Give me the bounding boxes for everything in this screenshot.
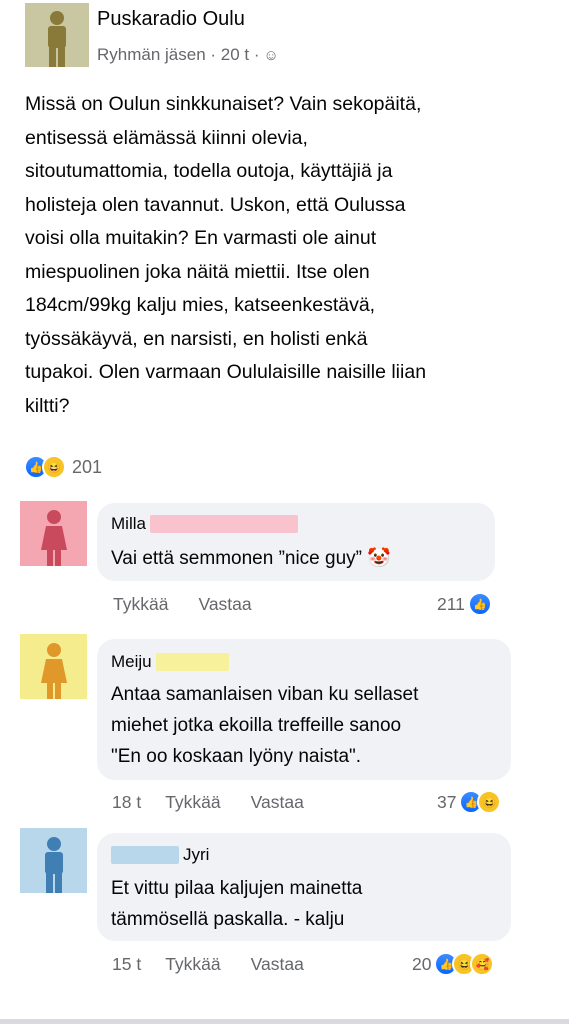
post-body: Missä on Oulun sinkkunaiset? Vain sekopä… [25,93,427,417]
comment-author[interactable]: Meiju [111,652,229,672]
like-button[interactable]: Tykkää [113,594,168,615]
person-icon [40,643,67,699]
comment-bubble: Milla Vai että semmonen ”nice guy” 🤡 [97,503,495,581]
comment-author-name: Milla [111,514,146,533]
group-icon: ☺ [263,46,279,64]
comment-text: Antaa samanlaisen viban ku sellaset mieh… [111,684,419,767]
post-reaction-count: 201 [72,456,103,477]
group-name[interactable]: Puskaradio Oulu [97,8,245,31]
group-avatar[interactable] [25,3,89,67]
comment-bubble: Meiju Antaa samanlaisen viban ku sellase… [97,639,511,780]
name-redaction [149,515,298,533]
comment-reactions[interactable]: 211 👍 [437,592,492,616]
like-reaction-icon: 👍 [467,592,492,616]
like-button[interactable]: Tykkää [165,792,220,813]
name-redaction [155,653,229,671]
haha-reaction-icon: 😆 [477,790,502,814]
comment-author[interactable]: Milla [111,514,298,534]
reply-button[interactable]: Vastaa [251,792,304,813]
comment-avatar[interactable] [20,634,87,699]
comment-actions: 18 t Tykkää Vastaa [112,792,334,813]
person-icon [44,837,63,893]
name-redaction [111,846,179,864]
comment-time: 18 t [112,792,142,812]
comment-reactions[interactable]: 37 👍 😆 [437,790,502,814]
like-button[interactable]: Tykkää [165,954,220,975]
post-reactions[interactable]: 👍 😆 201 [24,455,102,479]
post-meta: Ryhmän jäsen · 20 t · ☺ [97,45,279,65]
post-meta-text: Ryhmän jäsen · 20 t · [97,45,260,64]
comment-actions: Tykkää Vastaa [113,594,282,615]
reply-button[interactable]: Vastaa [251,954,304,975]
comment-author[interactable]: Jyri [111,845,209,865]
comment-avatar[interactable] [20,828,87,893]
haha-reaction-icon: 😆 [42,455,66,479]
comment-author-name: Jyri [183,845,210,864]
comment-text: Et vittu pilaa kaljujen mainetta tämmöse… [111,878,363,930]
comment-avatar[interactable] [20,501,87,566]
reply-button[interactable]: Vastaa [198,594,251,615]
comment-reactions[interactable]: 20 👍 😆 🥰 [412,952,495,976]
comment-reaction-count: 20 [412,953,432,974]
person-icon [40,510,67,566]
comment-reaction-count: 211 [437,593,465,614]
comment-bubble: Jyri Et vittu pilaa kaljujen mainetta tä… [97,833,511,941]
person-icon [48,11,66,67]
comment-time: 15 t [112,954,142,974]
comment-text: Vai että semmonen ”nice guy” 🤡 [111,548,391,569]
bottom-divider [0,1019,569,1024]
comment-actions: 15 t Tykkää Vastaa [112,954,334,975]
comment-reaction-count: 37 [437,791,457,812]
care-reaction-icon: 🥰 [470,952,495,976]
comment-author-name: Meiju [111,652,152,671]
